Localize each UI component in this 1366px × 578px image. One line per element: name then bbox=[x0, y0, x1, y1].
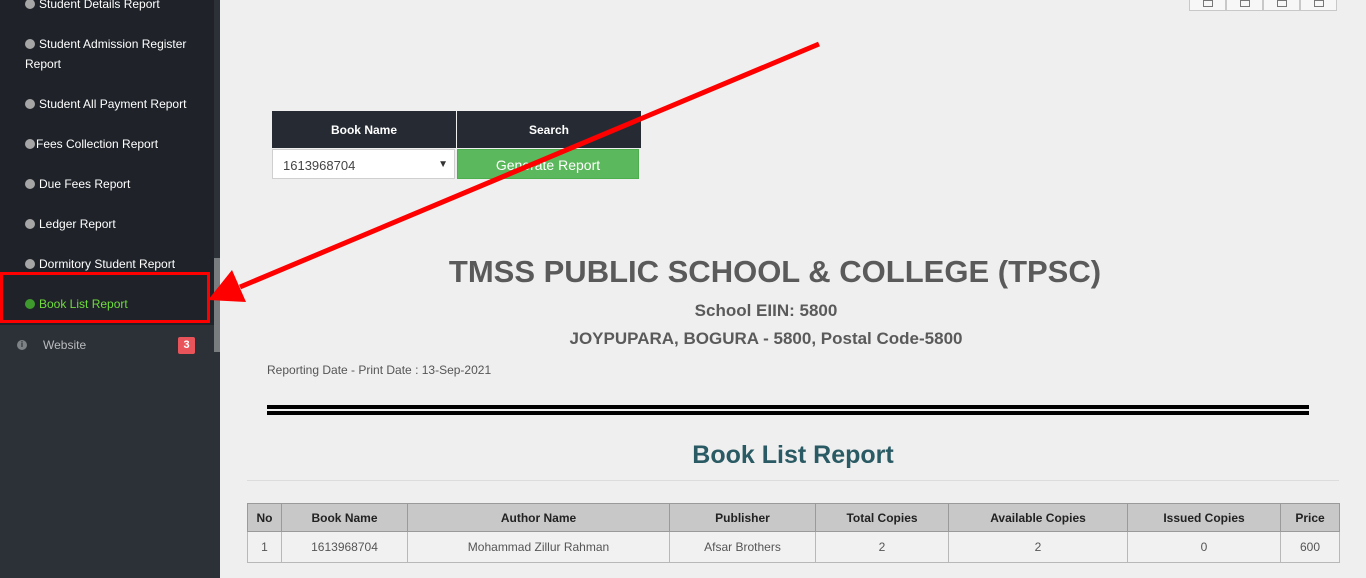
cell-price: 600 bbox=[1280, 531, 1340, 563]
generate-report-button[interactable]: Generate Report bbox=[457, 149, 639, 179]
sidebar-item-fees-collection-report[interactable]: Fees Collection Report bbox=[25, 134, 205, 154]
column-header-available-copies: Available Copies bbox=[948, 503, 1128, 532]
pdf-icon bbox=[1240, 0, 1250, 7]
column-header-issued-copies: Issued Copies bbox=[1127, 503, 1281, 532]
sidebar-item-ledger-report[interactable]: Ledger Report bbox=[25, 214, 205, 234]
sidebar: Student Details Report Student Admission… bbox=[0, 0, 220, 578]
book-list-table: No Book Name Author Name Publisher Total… bbox=[247, 503, 1340, 563]
cell-publisher: Afsar Brothers bbox=[669, 531, 816, 563]
divider bbox=[267, 411, 1309, 415]
bullet-icon bbox=[25, 219, 35, 229]
cell-book-name: 1613968704 bbox=[281, 531, 408, 563]
cell-no: 1 bbox=[247, 531, 282, 563]
bullet-icon bbox=[25, 99, 35, 109]
bullet-icon bbox=[25, 259, 35, 269]
sidebar-item-due-fees-report[interactable]: Due Fees Report bbox=[25, 174, 205, 194]
table-header-row: No Book Name Author Name Publisher Total… bbox=[247, 503, 1340, 532]
bullet-icon bbox=[25, 179, 35, 189]
sidebar-item-website[interactable]: i Website 3 bbox=[0, 333, 214, 357]
annotation-highlight-box bbox=[0, 272, 210, 323]
reporting-date: Reporting Date - Print Date : 13-Sep-202… bbox=[267, 363, 492, 377]
notification-badge: 3 bbox=[178, 337, 195, 354]
column-header-price: Price bbox=[1280, 503, 1340, 532]
search-form: Book Name Search 1613968704 ▼ Generate R… bbox=[271, 110, 642, 180]
school-eiin: School EIIN: 5800 bbox=[694, 301, 838, 320]
print-icon bbox=[1314, 0, 1324, 7]
sidebar-item-dormitory-student-report[interactable]: Dormitory Student Report bbox=[25, 254, 205, 274]
column-header-publisher: Publisher bbox=[669, 503, 816, 532]
book-name-select[interactable]: 1613968704 ▼ bbox=[272, 149, 455, 179]
export-toolbar bbox=[1189, 0, 1339, 11]
bullet-icon bbox=[25, 139, 35, 149]
sidebar-item-student-all-payment-report[interactable]: Student All Payment Report bbox=[25, 94, 205, 114]
cell-issued-copies: 0 bbox=[1127, 531, 1281, 563]
user-icon bbox=[1277, 0, 1287, 7]
column-header-author-name: Author Name bbox=[407, 503, 670, 532]
sidebar-item-label: Website bbox=[43, 338, 87, 352]
image-icon bbox=[1203, 0, 1213, 7]
bullet-icon bbox=[25, 39, 35, 49]
chevron-down-icon: ▼ bbox=[438, 159, 448, 170]
column-header-total-copies: Total Copies bbox=[815, 503, 949, 532]
search-header: Search bbox=[457, 111, 641, 148]
cell-total-copies: 2 bbox=[815, 531, 949, 563]
column-header-no: No bbox=[247, 503, 282, 532]
pdf-export-button[interactable] bbox=[1226, 0, 1263, 11]
image-export-button[interactable] bbox=[1189, 0, 1226, 11]
sidebar-item-student-details-report[interactable]: Student Details Report bbox=[25, 0, 205, 14]
cell-author-name: Mohammad Zillur Rahman bbox=[407, 531, 670, 563]
divider bbox=[267, 405, 1309, 409]
sidebar-item-student-admission-register-report[interactable]: Student Admission Register Report bbox=[25, 34, 210, 74]
cell-available-copies: 2 bbox=[948, 531, 1128, 563]
book-name-header: Book Name bbox=[272, 111, 456, 148]
user-button[interactable] bbox=[1263, 0, 1300, 11]
school-address: JOYPUPARA, BOGURA - 5800, Postal Code-58… bbox=[569, 329, 963, 348]
divider bbox=[247, 480, 1339, 481]
book-name-select-value: 1613968704 bbox=[283, 158, 356, 173]
print-button[interactable] bbox=[1300, 0, 1337, 11]
bullet-icon bbox=[25, 0, 35, 9]
column-header-book-name: Book Name bbox=[281, 503, 408, 532]
report-title: Book List Report bbox=[692, 441, 894, 469]
school-name: TMSS PUBLIC SCHOOL & COLLEGE (TPSC) bbox=[448, 254, 1102, 289]
table-row: 1 1613968704 Mohammad Zillur Rahman Afsa… bbox=[247, 531, 1340, 563]
info-icon: i bbox=[17, 340, 27, 350]
